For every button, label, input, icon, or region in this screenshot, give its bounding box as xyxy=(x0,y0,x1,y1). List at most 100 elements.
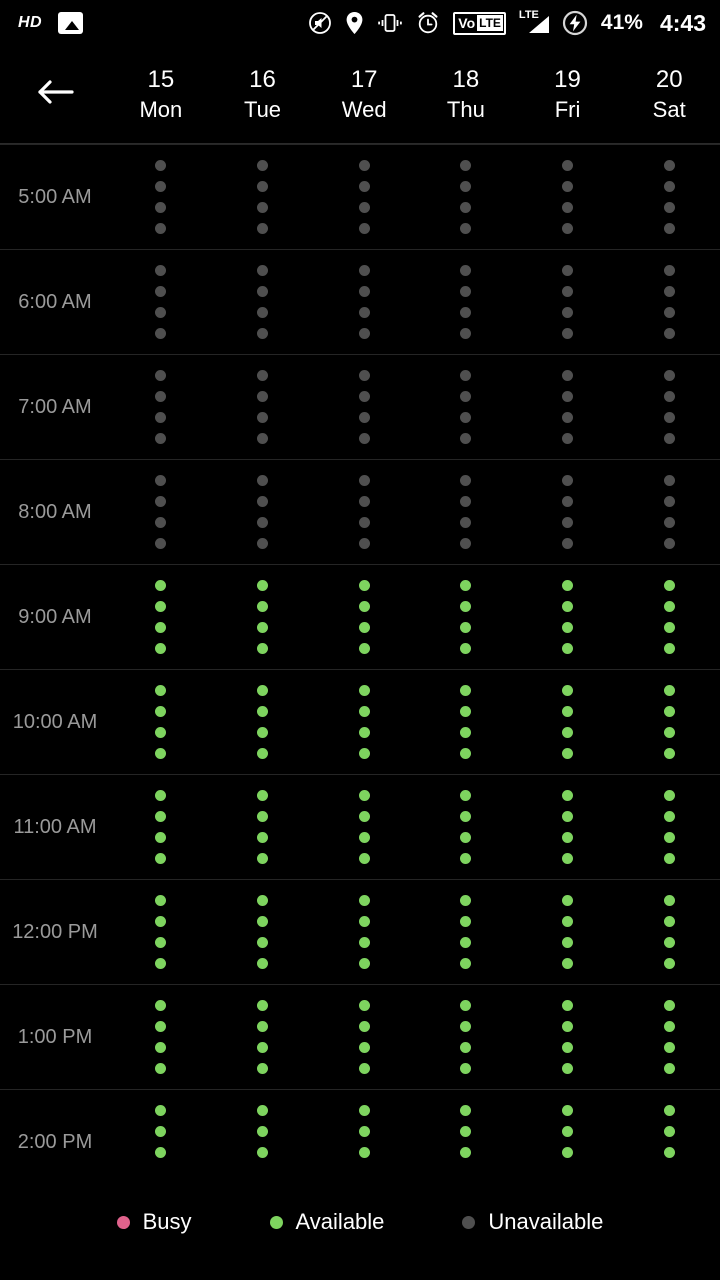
slot-dot-available[interactable] xyxy=(358,1126,370,1137)
slot-dot-unavailable[interactable] xyxy=(358,538,370,549)
slot-dot-available[interactable] xyxy=(257,1126,268,1137)
slot-dot-available[interactable] xyxy=(562,1105,574,1116)
slot-dot-available[interactable] xyxy=(562,685,574,696)
schedule-cell[interactable] xyxy=(212,460,314,564)
slot-dot-available[interactable] xyxy=(562,937,574,948)
slot-dot-unavailable[interactable] xyxy=(257,265,268,276)
slot-dot-available[interactable] xyxy=(460,853,472,864)
slot-dot-unavailable[interactable] xyxy=(358,475,370,486)
slot-dot-unavailable[interactable] xyxy=(562,391,574,402)
slot-dot-available[interactable] xyxy=(257,748,268,759)
day-column[interactable]: 17 Wed xyxy=(313,65,415,125)
slot-dot-available[interactable] xyxy=(257,1147,268,1158)
slot-dot-available[interactable] xyxy=(460,1042,472,1053)
slot-dot-available[interactable] xyxy=(358,853,370,864)
schedule-cell[interactable] xyxy=(110,250,212,354)
day-column[interactable]: 18 Thu xyxy=(415,65,517,125)
schedule-cell[interactable] xyxy=(618,985,720,1089)
schedule-cell[interactable] xyxy=(212,1090,314,1164)
slot-dot-available[interactable] xyxy=(663,916,675,927)
schedule-cell[interactable] xyxy=(517,460,619,564)
slot-dot-available[interactable] xyxy=(257,853,268,864)
slot-dot-unavailable[interactable] xyxy=(663,265,675,276)
schedule-cell[interactable] xyxy=(110,355,212,459)
schedule-cell[interactable] xyxy=(415,145,517,249)
slot-dot-unavailable[interactable] xyxy=(460,370,472,381)
slot-dot-available[interactable] xyxy=(562,1021,574,1032)
slot-dot-available[interactable] xyxy=(663,937,675,948)
slot-dot-available[interactable] xyxy=(358,601,370,612)
slot-dot-available[interactable] xyxy=(155,937,167,948)
slot-dot-available[interactable] xyxy=(460,958,472,969)
schedule-cell[interactable] xyxy=(212,880,314,984)
slot-dot-available[interactable] xyxy=(562,1000,574,1011)
slot-dot-available[interactable] xyxy=(663,685,675,696)
slot-dot-available[interactable] xyxy=(663,1126,675,1137)
slot-dot-unavailable[interactable] xyxy=(663,517,675,528)
slot-dot-available[interactable] xyxy=(257,958,268,969)
slot-dot-available[interactable] xyxy=(562,622,574,633)
slot-dot-unavailable[interactable] xyxy=(460,307,472,318)
slot-dot-unavailable[interactable] xyxy=(257,517,268,528)
schedule-cell[interactable] xyxy=(212,670,314,774)
slot-dot-unavailable[interactable] xyxy=(358,307,370,318)
slot-dot-available[interactable] xyxy=(257,580,268,591)
slot-dot-available[interactable] xyxy=(460,937,472,948)
slot-dot-unavailable[interactable] xyxy=(155,223,167,234)
schedule-cell[interactable] xyxy=(517,775,619,879)
slot-dot-available[interactable] xyxy=(358,937,370,948)
slot-dot-unavailable[interactable] xyxy=(460,286,472,297)
schedule-cell[interactable] xyxy=(415,1090,517,1164)
slot-dot-unavailable[interactable] xyxy=(663,412,675,423)
schedule-cell[interactable] xyxy=(517,880,619,984)
slot-dot-available[interactable] xyxy=(257,1105,268,1116)
slot-dot-unavailable[interactable] xyxy=(562,517,574,528)
slot-dot-available[interactable] xyxy=(562,811,574,822)
slot-dot-unavailable[interactable] xyxy=(257,307,268,318)
slot-dot-unavailable[interactable] xyxy=(155,538,167,549)
slot-dot-available[interactable] xyxy=(663,622,675,633)
schedule-cell[interactable] xyxy=(110,670,212,774)
slot-dot-available[interactable] xyxy=(257,622,268,633)
slot-dot-unavailable[interactable] xyxy=(257,496,268,507)
schedule-cell[interactable] xyxy=(517,355,619,459)
slot-dot-available[interactable] xyxy=(257,643,268,654)
slot-dot-available[interactable] xyxy=(358,706,370,717)
slot-dot-available[interactable] xyxy=(155,580,167,591)
slot-dot-unavailable[interactable] xyxy=(663,286,675,297)
slot-dot-unavailable[interactable] xyxy=(663,475,675,486)
slot-dot-available[interactable] xyxy=(257,937,268,948)
slot-dot-available[interactable] xyxy=(155,622,167,633)
schedule-cell[interactable] xyxy=(313,565,415,669)
slot-dot-available[interactable] xyxy=(358,895,370,906)
slot-dot-unavailable[interactable] xyxy=(562,370,574,381)
schedule-cell[interactable] xyxy=(313,985,415,1089)
schedule-cell[interactable] xyxy=(618,880,720,984)
slot-dot-available[interactable] xyxy=(562,643,574,654)
schedule-cell[interactable] xyxy=(618,565,720,669)
slot-dot-available[interactable] xyxy=(155,1042,167,1053)
slot-dot-unavailable[interactable] xyxy=(257,370,268,381)
slot-dot-available[interactable] xyxy=(562,601,574,612)
schedule-cell[interactable] xyxy=(110,985,212,1089)
slot-dot-available[interactable] xyxy=(562,790,574,801)
schedule-cell[interactable] xyxy=(517,250,619,354)
slot-dot-unavailable[interactable] xyxy=(155,391,167,402)
slot-dot-available[interactable] xyxy=(257,706,268,717)
slot-dot-available[interactable] xyxy=(358,1021,370,1032)
slot-dot-available[interactable] xyxy=(155,916,167,927)
slot-dot-available[interactable] xyxy=(562,895,574,906)
schedule-cell[interactable] xyxy=(110,1090,212,1164)
slot-dot-available[interactable] xyxy=(257,685,268,696)
slot-dot-available[interactable] xyxy=(663,1021,675,1032)
slot-dot-unavailable[interactable] xyxy=(562,160,574,171)
slot-dot-unavailable[interactable] xyxy=(663,538,675,549)
schedule-cell[interactable] xyxy=(110,565,212,669)
slot-dot-unavailable[interactable] xyxy=(358,202,370,213)
slot-dot-available[interactable] xyxy=(562,1063,574,1074)
slot-dot-available[interactable] xyxy=(663,832,675,843)
slot-dot-available[interactable] xyxy=(460,580,472,591)
slot-dot-available[interactable] xyxy=(663,748,675,759)
slot-dot-available[interactable] xyxy=(663,706,675,717)
schedule-cell[interactable] xyxy=(212,775,314,879)
